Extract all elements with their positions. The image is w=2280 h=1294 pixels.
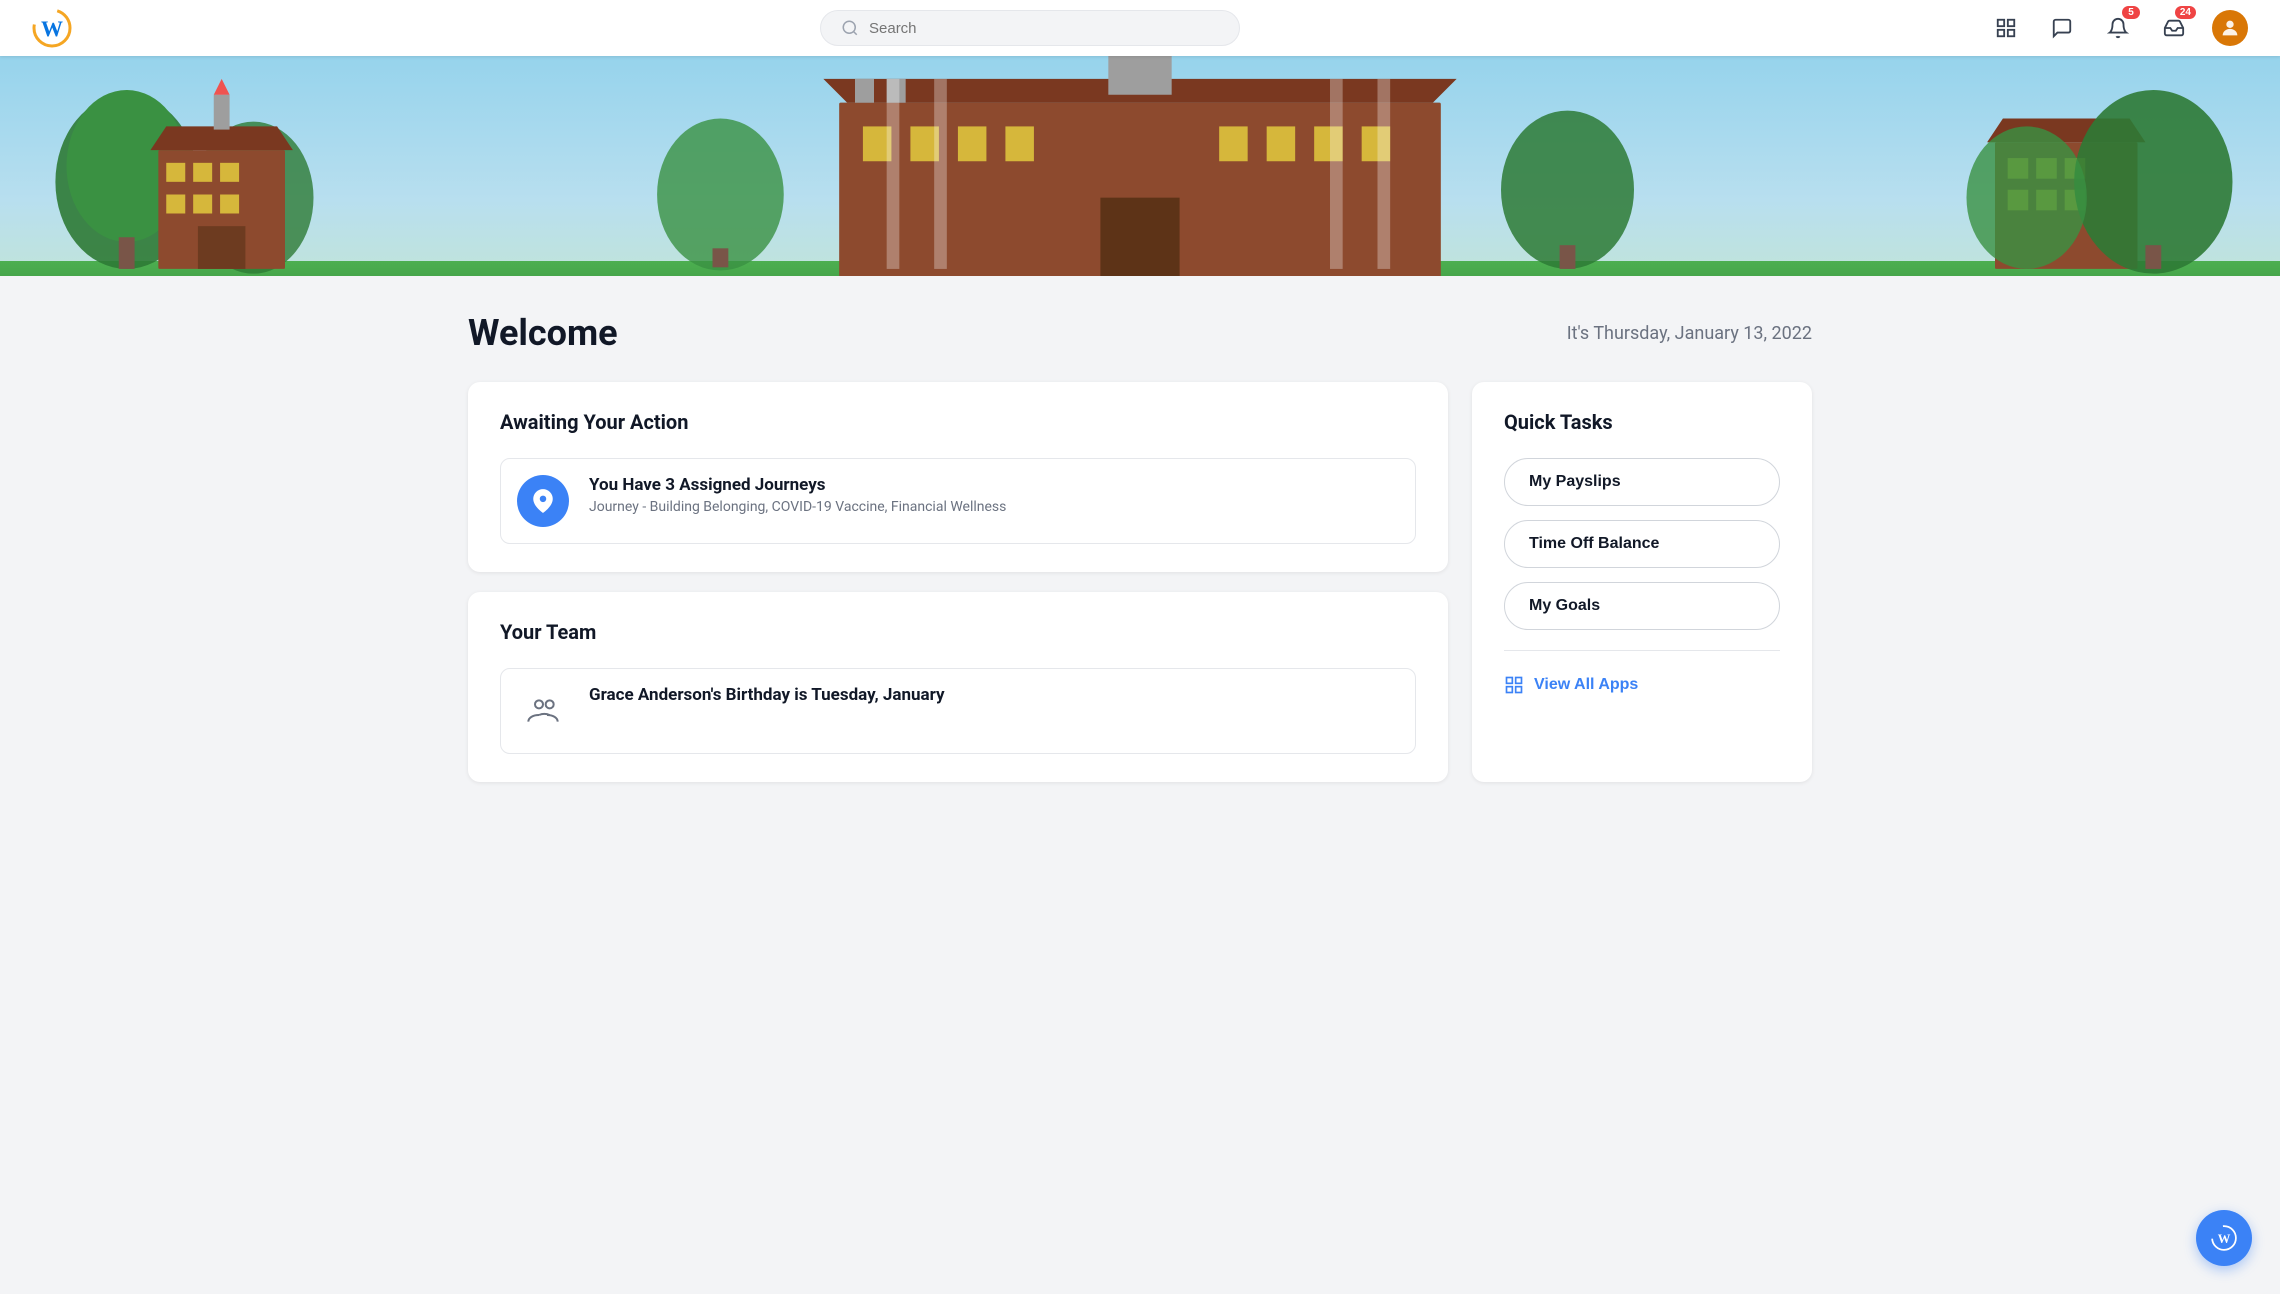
team-item[interactable]: Grace Anderson's Birthday is Tuesday, Ja… (500, 668, 1416, 754)
notifications-badge: 5 (2122, 6, 2140, 19)
team-content: Grace Anderson's Birthday is Tuesday, Ja… (589, 685, 945, 705)
welcome-header: Welcome It's Thursday, January 13, 2022 (468, 312, 1812, 354)
quick-tasks-title: Quick Tasks (1504, 410, 1780, 434)
svg-text:W: W (41, 16, 63, 41)
action-item[interactable]: You Have 3 Assigned Journeys Journey - B… (500, 458, 1416, 544)
notifications-button[interactable]: 5 (2100, 10, 2136, 46)
action-title: You Have 3 Assigned Journeys (589, 475, 1006, 495)
my-goals-button[interactable]: My Goals (1504, 582, 1780, 630)
left-column: Awaiting Your Action You Have 3 Assigned… (468, 382, 1448, 782)
quick-tasks-card: Quick Tasks My Payslips Time Off Balance… (1472, 382, 1812, 782)
workday-logo-icon: W (32, 8, 72, 48)
date-display: It's Thursday, January 13, 2022 (1567, 323, 1812, 344)
your-team-title: Your Team (500, 620, 1416, 644)
view-all-apps-button[interactable]: View All Apps (1504, 671, 1638, 699)
content-grid: Awaiting Your Action You Have 3 Assigned… (468, 382, 1812, 782)
logo[interactable]: W (32, 8, 72, 48)
workday-chat-icon: W (2210, 1224, 2238, 1252)
main-content: Welcome It's Thursday, January 13, 2022 … (420, 276, 1860, 818)
inbox-button[interactable]: 24 (2156, 10, 2192, 46)
time-off-balance-button[interactable]: Time Off Balance (1504, 520, 1780, 568)
grid-apps-icon (1504, 675, 1524, 695)
chat-fab-button[interactable]: W (2196, 1210, 2252, 1266)
bell-icon (2107, 17, 2129, 39)
divider (1504, 650, 1780, 651)
your-team-card: Your Team Grace Anderson's Birthday is T… (468, 592, 1448, 782)
search-input[interactable] (869, 20, 1219, 37)
chat-icon (2051, 17, 2073, 39)
grid-icon (1995, 17, 2017, 39)
inbox-badge: 24 (2175, 6, 2196, 19)
awaiting-action-title: Awaiting Your Action (500, 410, 1416, 434)
svg-text:W: W (2218, 1232, 2231, 1246)
topnav-actions: 5 24 (1988, 10, 2248, 46)
user-avatar-icon (2219, 17, 2241, 39)
search-bar[interactable] (820, 10, 1240, 46)
team-item-title: Grace Anderson's Birthday is Tuesday, Ja… (589, 685, 945, 705)
action-subtitle: Journey - Building Belonging, COVID-19 V… (589, 499, 1006, 515)
awaiting-action-card: Awaiting Your Action You Have 3 Assigned… (468, 382, 1448, 572)
apps-button[interactable] (1988, 10, 2024, 46)
inbox-icon (2163, 17, 2185, 39)
people-icon (527, 695, 559, 727)
map-pin-icon (530, 488, 556, 514)
avatar[interactable] (2212, 10, 2248, 46)
my-payslips-button[interactable]: My Payslips (1504, 458, 1780, 506)
action-content: You Have 3 Assigned Journeys Journey - B… (589, 475, 1006, 515)
birthday-icon-container (517, 685, 569, 737)
search-icon (841, 19, 859, 37)
campus-illustration (0, 56, 2280, 276)
page-title: Welcome (468, 312, 618, 354)
top-navigation: W 5 (0, 0, 2280, 56)
hero-banner (0, 56, 2280, 276)
journey-icon-container (517, 475, 569, 527)
view-all-apps-label: View All Apps (1534, 676, 1638, 694)
messages-button[interactable] (2044, 10, 2080, 46)
